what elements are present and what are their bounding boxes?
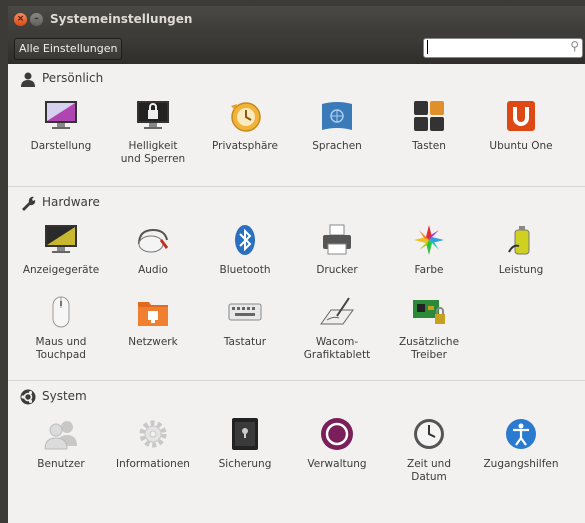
item-sprachen[interactable]: Sprachen (292, 98, 382, 178)
item-label: Wacom- Grafiktablett (303, 336, 371, 361)
wacom-icon (320, 297, 354, 325)
section-divider (8, 380, 585, 381)
wrench-icon (22, 196, 36, 211)
item-label: Helligkeit und Sperren (120, 140, 186, 165)
search-box[interactable]: ⚲ (423, 38, 583, 58)
item-bluetooth[interactable]: Bluetooth (200, 222, 290, 302)
ubuntu-logo-icon (20, 389, 36, 405)
item-privatsphaere[interactable]: Privatsphäre (200, 98, 290, 178)
item-label: Benutzer (37, 458, 85, 470)
power-icon (508, 226, 530, 255)
item-label: Anzeigegeräte (22, 264, 100, 276)
ubuntu-one-icon (507, 101, 535, 131)
item-helligkeit[interactable]: Helligkeit und Sperren (108, 98, 198, 178)
item-label: Leistung (498, 264, 544, 276)
item-anzeigegeraete[interactable]: Anzeigegeräte (16, 222, 106, 302)
audio-icon (138, 228, 169, 253)
item-sicherung[interactable]: Sicherung (200, 416, 290, 496)
search-icon[interactable]: ⚲ (570, 39, 579, 53)
minimize-button[interactable]: – (30, 13, 43, 26)
keys-icon (414, 101, 444, 131)
title-bar: × – Systemeinstellungen (8, 6, 585, 34)
section-divider (8, 186, 585, 187)
item-ubuntu-one[interactable]: Ubuntu One (476, 98, 566, 178)
item-label: Farbe (414, 264, 444, 276)
keyboard-icon (228, 303, 262, 321)
item-label: Zeit und Datum (407, 458, 451, 483)
item-label: Darstellung (30, 140, 92, 152)
item-label: Tasten (412, 140, 446, 152)
language-icon (322, 102, 352, 130)
item-label: Zugangshilfen (483, 458, 559, 470)
item-treiber[interactable]: Zusätzliche Treiber (384, 294, 474, 374)
brightness-lock-icon (137, 101, 169, 129)
users-icon (44, 421, 77, 450)
item-zugangshilfen[interactable]: Zugangshilfen (476, 416, 566, 496)
close-button[interactable]: × (14, 13, 27, 26)
all-settings-button[interactable]: Alle Einstellungen (14, 38, 123, 60)
appearance-icon (45, 101, 77, 129)
item-audio[interactable]: Audio (108, 222, 198, 302)
item-label: Ubuntu One (489, 140, 553, 152)
item-farbe[interactable]: Farbe (384, 222, 474, 302)
display-icon (45, 225, 77, 253)
backup-safe-icon (232, 418, 258, 450)
clock-icon (414, 419, 444, 449)
printer-icon (323, 224, 351, 255)
toolbar: Alle Einstellungen ⚲ (8, 34, 585, 64)
item-label: Netzwerk (128, 336, 178, 348)
search-input[interactable] (427, 40, 558, 54)
item-label: Tastatur (223, 336, 267, 348)
item-leistung[interactable]: Leistung (476, 222, 566, 302)
person-icon (21, 72, 35, 87)
item-label: Verwaltung (307, 458, 367, 470)
item-label: Sicherung (218, 458, 272, 470)
item-zeit-datum[interactable]: Zeit und Datum (384, 416, 474, 496)
drivers-icon (413, 300, 445, 324)
item-label: Sprachen (312, 140, 362, 152)
item-informationen[interactable]: Informationen (108, 416, 198, 496)
mouse-icon (52, 296, 70, 328)
item-darstellung[interactable]: Darstellung (16, 98, 106, 178)
item-drucker[interactable]: Drucker (292, 222, 382, 302)
section-title-personal: Persönlich (42, 71, 104, 85)
item-verwaltung[interactable]: Verwaltung (292, 416, 382, 496)
item-tasten[interactable]: Tasten (384, 98, 474, 178)
item-label: Audio (138, 264, 168, 276)
item-label: Informationen (116, 458, 190, 470)
network-icon (138, 302, 168, 326)
settings-content: Persönlich Darstellung Helligkeit und Spe… (8, 64, 585, 523)
privacy-icon (231, 102, 261, 132)
section-title-hardware: Hardware (42, 195, 100, 209)
item-wacom[interactable]: Wacom- Grafiktablett (292, 294, 382, 374)
accessibility-icon (506, 419, 536, 449)
item-label: Zusätzliche Treiber (398, 336, 460, 361)
color-icon (414, 225, 444, 255)
section-title-system: System (42, 389, 87, 403)
item-label: Bluetooth (219, 264, 271, 276)
info-gear-icon (139, 420, 167, 448)
item-label: Maus und Touchpad (35, 336, 87, 361)
window-title: Systemeinstellungen (50, 12, 193, 26)
bluetooth-icon (235, 225, 255, 255)
item-tastatur[interactable]: Tastatur (200, 294, 290, 374)
item-label: Drucker (316, 264, 358, 276)
item-maus[interactable]: Maus und Touchpad (16, 294, 106, 374)
item-netzwerk[interactable]: Netzwerk (108, 294, 198, 374)
item-label: Privatsphäre (212, 140, 278, 152)
item-benutzer[interactable]: Benutzer (16, 416, 106, 496)
settings-window: × – Systemeinstellungen Alle Einstellung… (8, 6, 585, 523)
admin-icon (321, 418, 353, 450)
